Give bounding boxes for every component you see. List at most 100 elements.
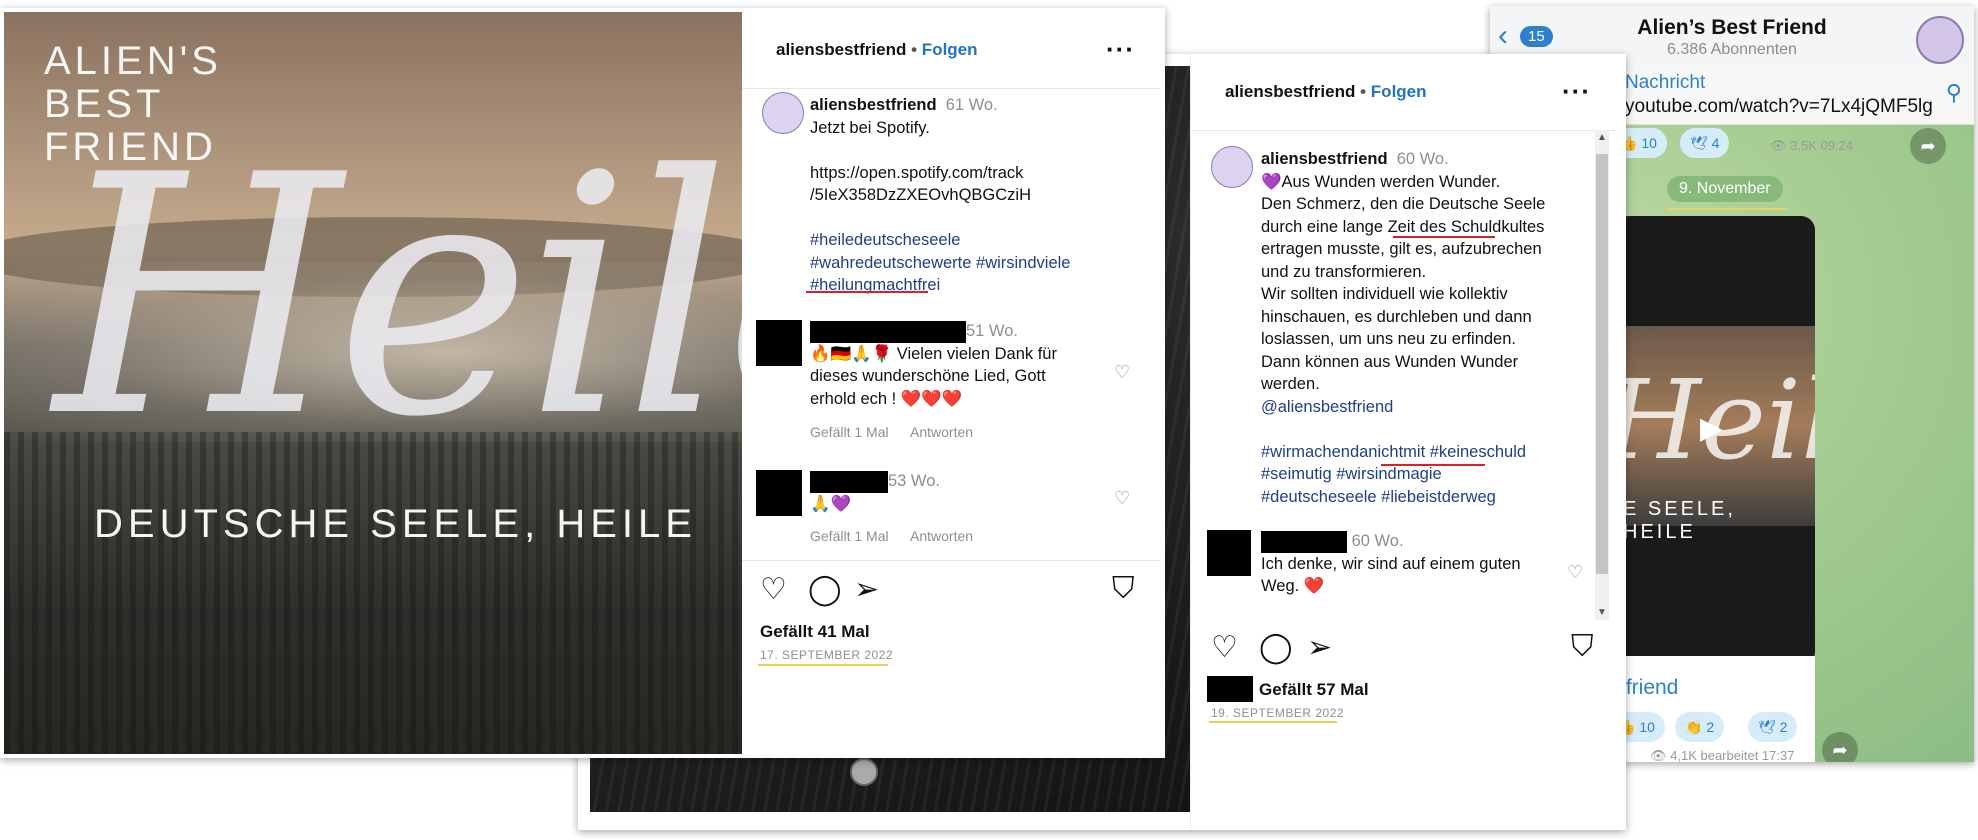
comment-likes[interactable]: Gefällt 1 Mal [810,424,889,440]
comment-icon[interactable]: ◯ [1259,630,1293,665]
comment-line: Weg. ❤️ [1261,577,1325,596]
likes-count[interactable]: Gefällt 57 Mal [1259,680,1369,700]
post-age: 61 Wo. [945,96,998,114]
mention-link[interactable]: @aliensbestfriend [1261,398,1393,416]
comment-line: erhold ech ! ❤️❤️❤️ [810,389,963,408]
reaction-chip[interactable]: 🕊 4 [1680,128,1730,158]
channel-avatar[interactable] [1916,16,1964,64]
share-icon[interactable]: ➦ [1822,732,1858,762]
hashtag-line[interactable]: #seimutig #wirsindmagie [1261,465,1442,483]
share-icon[interactable]: ➢ [854,572,879,607]
instagram-post-1: ALIEN'S BEST FRIEND Heile, DEUTSCHE SEEL… [0,8,1165,758]
save-icon[interactable]: ⛉ [1112,572,1135,606]
post-date: 19. SEPTEMBER 2022 [1211,706,1345,720]
hashtag-line[interactable]: #wirmachendanichtmit #keineschuld [1261,443,1526,461]
comment: 60 Wo. Ich denke, wir sind auf einem gut… [1261,530,1581,598]
comment-like-icon[interactable]: ♡ [1114,362,1130,383]
reply-button[interactable]: Antworten [910,528,973,544]
more-options-icon[interactable]: ··· [1562,76,1591,107]
scrollbar[interactable]: ▲ ▼ [1595,130,1609,620]
like-icon[interactable]: ♡ [760,572,787,607]
redacted-username [810,320,966,343]
comment: 53 Wo. 🙏💜 [810,470,1110,515]
follow-button[interactable]: Folgen [922,40,978,59]
post-caption: aliensbestfriend 60 Wo. 💜Aus Wunden werd… [1261,148,1591,508]
yellow-underline [1209,721,1337,723]
script-title: Heile, [54,105,742,489]
reaction-chip[interactable]: 👏 2 [1675,712,1725,742]
username-link[interactable]: aliensbestfriend [1225,82,1355,101]
date-chip: 9. November [1667,176,1783,202]
caption-line: hinschauen, es durchleben und dann [1261,307,1532,326]
message-meta: 👁 3,5K 09:24 [1770,138,1854,153]
post-panel: aliensbestfriend • Folgen ··· aliensbest… [1190,54,1617,830]
comment: 51 Wo. 🔥🇩🇪🙏🌹 Vielen vielen Dank für dies… [810,320,1110,410]
yellow-underline [758,664,888,666]
hashtag-line[interactable]: #heiledeutscheseele [810,231,960,249]
comment-age: 51 Wo. [966,322,1018,340]
red-underline [1381,464,1485,466]
pin-icon[interactable]: ⚲ [1946,80,1962,106]
date-underline [1667,208,1787,210]
comment-line: Ich denke, wir sind auf einem guten [1261,554,1521,573]
message-bubble [1615,656,1815,762]
caption-line: und zu transformieren. [1261,262,1427,281]
avatar[interactable] [1211,146,1253,188]
post-age: 60 Wo. [1396,150,1449,168]
comment-likes[interactable]: Gefällt 1 Mal [810,528,889,544]
red-underline [1393,236,1495,238]
play-icon[interactable]: ▶ [1700,411,1723,446]
bubble-sender-name: tfriend [1620,676,1679,699]
more-options-icon[interactable]: ··· [1106,34,1135,65]
comment-age: 60 Wo. [1351,532,1404,550]
redacted-avatar [1207,676,1253,702]
like-icon[interactable]: ♡ [1211,630,1238,665]
caption-line: Jetzt bei Spotify. [810,118,930,137]
spotify-link[interactable]: https://open.spotify.com/track/5IeX358Dz… [810,164,1031,205]
red-underline [806,291,928,293]
comment-like-icon[interactable]: ♡ [1114,488,1130,509]
caption-line: Wir sollten individuell wie kollektiv [1261,285,1508,303]
likes-count[interactable]: Gefällt 41 Mal [760,622,870,642]
follow-button[interactable]: Folgen [1371,82,1427,101]
scroll-up-icon[interactable]: ▲ [1595,132,1609,143]
caption-line: durch eine lange Zeit des Schuldkultes [1261,217,1545,236]
post-caption: aliensbestfriend 61 Wo. Jetzt bei Spotif… [810,94,1140,297]
caption-username[interactable]: aliensbestfriend [1261,150,1388,168]
comment-icon[interactable]: ◯ [808,572,842,607]
divider [742,560,1161,561]
share-icon[interactable]: ➦ [1910,128,1946,164]
scroll-thumb[interactable] [1596,154,1608,574]
post-header: aliensbestfriend • Folgen ··· [1191,54,1617,131]
caption-line: Dann können aus Wunden Wunder [1261,352,1519,371]
redacted-avatar [1207,530,1251,576]
caption-line: ertragen musste, gilt es, aufzubrechen [1261,240,1542,258]
hashtag-line[interactable]: #wahredeutschewerte #wirsindviele [810,254,1070,272]
caption-line: 💜Aus Wunden werden Wunder. [1261,172,1501,191]
caption-line: loslassen, um uns neu zu erfinden. [1261,330,1516,348]
caption-line: Den Schmerz, den die Deutsche Seele [1261,195,1546,213]
share-icon[interactable]: ➢ [1307,630,1332,665]
image-tagline: DEUTSCHE SEELE, HEILE [94,502,697,546]
message-meta: 👁 4,1K bearbeitet 17:37 [1650,748,1795,762]
redacted-avatar [756,470,802,516]
pinned-label: Nachricht [1625,72,1706,93]
brooch-detail [850,758,878,786]
channel-title: Alien’s Best Friend [1637,16,1827,39]
redacted-avatar [756,320,802,366]
reply-button[interactable]: Antworten [910,424,973,440]
video-message[interactable]: Heile, E SEELE, HEILE ▶ [1615,216,1815,666]
pinned-text: youtube.com/watch?v=7Lx4jQMF5lg [1625,96,1933,117]
reaction-chip[interactable]: 🕊 2 [1748,712,1798,742]
video-overlay-subtitle: E SEELE, HEILE [1623,498,1736,543]
save-icon[interactable]: ⛉ [1571,630,1594,664]
caption-username[interactable]: aliensbestfriend [810,96,937,114]
username-link[interactable]: aliensbestfriend [776,40,906,59]
avatar[interactable] [762,92,804,134]
comment-like-icon[interactable]: ♡ [1567,562,1583,583]
hashtag-line[interactable]: #deutscheseele #liebeistderweg [1261,488,1496,506]
post-date: 17. SEPTEMBER 2022 [760,648,894,662]
redacted-username [810,470,888,493]
post-image: ALIEN'S BEST FRIEND Heile, DEUTSCHE SEEL… [4,12,742,754]
scroll-down-icon[interactable]: ▼ [1595,607,1609,618]
